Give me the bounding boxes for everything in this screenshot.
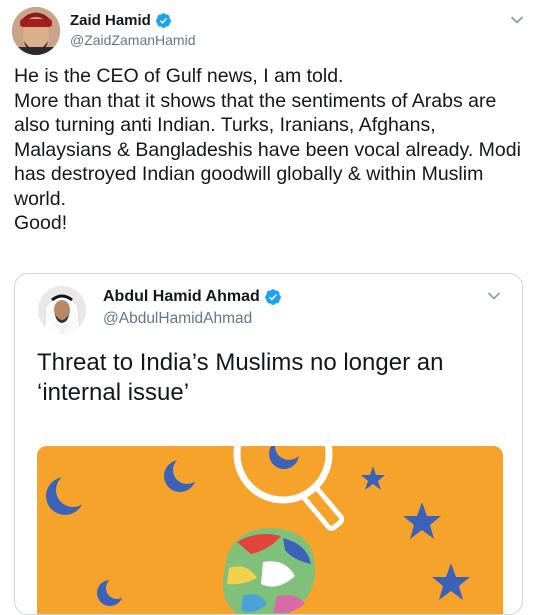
tweet-text: He is the CEO of Gulf news, I am told. M…	[14, 65, 521, 234]
quoted-author-handle[interactable]: @AbdulHamidAhmad	[103, 310, 252, 328]
quoted-author-avatar[interactable]	[38, 286, 86, 334]
tweet-card[interactable]: Zaid Hamid @ZaidZamanHamid He is the CEO…	[0, 0, 541, 615]
chevron-down-icon[interactable]	[510, 15, 524, 25]
author-handle[interactable]: @ZaidZamanHamid	[70, 32, 195, 48]
verified-badge-icon	[155, 12, 171, 28]
verified-badge-icon	[264, 289, 281, 305]
quoted-tweet-image[interactable]	[37, 446, 503, 614]
quoted-tweet[interactable]: Abdul Hamid Ahmad @AbdulHamidAhmad Threa…	[14, 273, 523, 615]
quoted-tweet-text: Threat to India’s Muslims no longer an ‘…	[37, 349, 444, 406]
quoted-author-avatar-image	[38, 286, 86, 334]
author-avatar[interactable]	[12, 7, 60, 55]
author-avatar-image	[12, 7, 60, 55]
chevron-down-icon[interactable]	[487, 291, 501, 301]
author-name[interactable]: Zaid Hamid	[70, 12, 151, 29]
quoted-author-name[interactable]: Abdul Hamid Ahmad	[103, 288, 260, 306]
illustration-image	[37, 446, 503, 614]
